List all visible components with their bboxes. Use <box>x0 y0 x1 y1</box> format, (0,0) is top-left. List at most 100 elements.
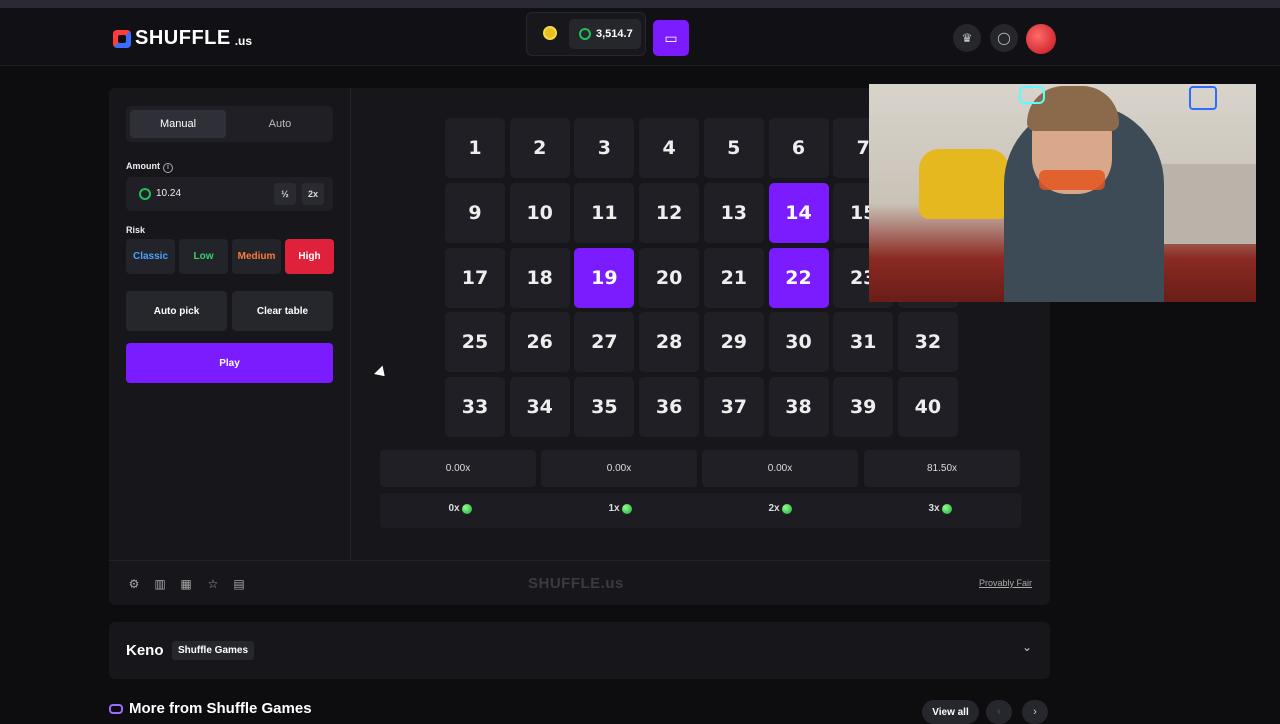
shuffle-logo-icon <box>113 29 131 48</box>
keno-tile-19[interactable]: 19 <box>574 247 635 308</box>
keno-tile-13[interactable]: 13 <box>703 182 764 243</box>
crown-icon[interactable]: ♛ <box>953 24 981 52</box>
keno-tile-37[interactable]: 37 <box>703 377 764 438</box>
tab-manual[interactable]: Manual <box>130 110 226 138</box>
hit-label: 1x <box>560 503 680 514</box>
green-coin-icon <box>579 28 591 40</box>
risk-high-button[interactable]: High <box>285 239 334 274</box>
keno-tile-29[interactable]: 29 <box>703 312 764 373</box>
keno-tile-32[interactable]: 32 <box>897 312 958 373</box>
risk-medium-button[interactable]: Medium <box>232 239 281 274</box>
gem-icon <box>461 503 472 514</box>
shuffle-logo[interactable]: SHUFFLE .us <box>113 27 252 50</box>
keno-tile-17[interactable]: 17 <box>445 247 505 308</box>
keno-tile-33[interactable]: 33 <box>445 377 505 438</box>
favorite-star-icon[interactable]: ☆ <box>206 577 220 591</box>
gamepad-icon <box>109 703 123 714</box>
keno-tile-12[interactable]: 12 <box>639 182 700 243</box>
keno-tile-35[interactable]: 35 <box>574 377 635 438</box>
gem-icon <box>621 503 632 514</box>
keno-tile-14[interactable]: 14 <box>768 182 829 243</box>
amount-label: Amount i <box>126 161 173 173</box>
payout-cell: 81.50x <box>864 450 1020 487</box>
keno-tile-34[interactable]: 34 <box>509 377 570 438</box>
play-button[interactable]: Play <box>126 343 333 383</box>
provider-badge[interactable]: Shuffle Games <box>172 641 255 660</box>
keno-tile-39[interactable]: 39 <box>833 377 894 438</box>
wallet-selector[interactable]: 3,514.7 <box>526 12 646 56</box>
keno-tile-6[interactable]: 6 <box>768 118 829 178</box>
keno-tile-25[interactable]: 25 <box>445 312 505 373</box>
hit-count: 2x <box>768 503 780 514</box>
keno-tile-18[interactable]: 18 <box>509 247 570 308</box>
auto-pick-button[interactable]: Auto pick <box>126 291 227 331</box>
keno-tile-5[interactable]: 5 <box>703 118 764 178</box>
more-games-header: More from Shuffle Games <box>109 700 312 717</box>
amount-value[interactable]: 10.24 <box>156 188 181 199</box>
tab-auto[interactable]: Auto <box>232 110 328 138</box>
logo-sub: .us <box>234 34 253 48</box>
risk-classic-button[interactable]: Classic <box>126 239 175 274</box>
payout-cell: 0.00x <box>702 450 858 487</box>
more-games-title: More from Shuffle Games <box>129 700 312 717</box>
keno-tile-26[interactable]: 26 <box>509 312 570 373</box>
chat-icon[interactable]: ◯ <box>990 24 1018 52</box>
keno-tile-10[interactable]: 10 <box>509 182 570 243</box>
wallet-icon: ▭ <box>664 29 678 46</box>
chevron-down-icon[interactable]: ⌄ <box>1022 640 1032 654</box>
wallet-button[interactable]: ▭ <box>653 20 689 56</box>
keno-tile-4[interactable]: 4 <box>639 118 700 178</box>
next-arrow-button[interactable]: › <box>1022 700 1048 724</box>
balance-value: 3,514.7 <box>596 28 633 40</box>
stats-icon[interactable]: ▦ <box>179 577 193 591</box>
gem-icon <box>781 503 792 514</box>
amount-label-text: Amount <box>126 161 160 171</box>
amount-field[interactable]: 10.24 ½ 2x <box>126 177 333 211</box>
payout-cell: 0.00x <box>541 450 697 487</box>
webcam-neon-sign <box>1019 86 1045 104</box>
gem-icon <box>941 503 952 514</box>
risk-label: Risk <box>126 225 146 235</box>
keno-tile-22[interactable]: 22 <box>768 247 829 308</box>
prev-arrow-button[interactable]: ‹ <box>986 700 1012 724</box>
keno-tile-30[interactable]: 30 <box>768 312 829 373</box>
balance-display[interactable]: 3,514.7 <box>569 19 641 49</box>
keno-tile-1[interactable]: 1 <box>445 118 505 178</box>
keno-tile-9[interactable]: 9 <box>445 182 505 243</box>
risk-low-button[interactable]: Low <box>179 239 228 274</box>
half-amount-button[interactable]: ½ <box>274 183 296 205</box>
keno-tile-40[interactable]: 40 <box>897 377 958 438</box>
webcam-shelf <box>1149 164 1256 244</box>
settings-icon[interactable]: ⚙ <box>127 577 141 591</box>
hit-label: 2x <box>720 503 840 514</box>
logo-text: SHUFFLE <box>135 27 231 49</box>
hit-count: 3x <box>928 503 940 514</box>
webcam-yellow-chair <box>919 149 1009 219</box>
keno-tile-27[interactable]: 27 <box>574 312 635 373</box>
payout-cell: 0.00x <box>380 450 536 487</box>
clear-table-button[interactable]: Clear table <box>232 291 333 331</box>
provably-fair-link[interactable]: Provably Fair <box>979 578 1032 588</box>
view-all-button[interactable]: View all <box>922 700 979 724</box>
keno-tile-28[interactable]: 28 <box>639 312 700 373</box>
briefcase-icon[interactable]: ▤ <box>232 577 246 591</box>
keno-tile-36[interactable]: 36 <box>639 377 700 438</box>
user-avatar[interactable] <box>1026 24 1056 54</box>
keno-tile-2[interactable]: 2 <box>509 118 570 178</box>
info-icon[interactable]: i <box>163 163 173 173</box>
keno-tile-3[interactable]: 3 <box>574 118 635 178</box>
keno-tile-20[interactable]: 20 <box>639 247 700 308</box>
webcam-neon-sign <box>1189 86 1217 110</box>
keno-tile-11[interactable]: 11 <box>574 182 635 243</box>
keno-tile-21[interactable]: 21 <box>703 247 764 308</box>
keno-tile-31[interactable]: 31 <box>833 312 894 373</box>
game-info-bar[interactable]: Keno Shuffle Games ⌄ <box>109 622 1050 679</box>
gold-coin-icon[interactable] <box>543 26 557 40</box>
bet-controls: Manual Auto Amount i 10.24 ½ 2x Risk Clas… <box>109 88 351 560</box>
theatre-mode-icon[interactable]: ▥ <box>153 577 167 591</box>
hits-row: 0x 1x 2x 3x <box>380 493 1021 528</box>
double-amount-button[interactable]: 2x <box>302 183 324 205</box>
hit-label: 3x <box>880 503 1000 514</box>
keno-tile-38[interactable]: 38 <box>768 377 829 438</box>
browser-top-strip <box>0 0 1280 8</box>
